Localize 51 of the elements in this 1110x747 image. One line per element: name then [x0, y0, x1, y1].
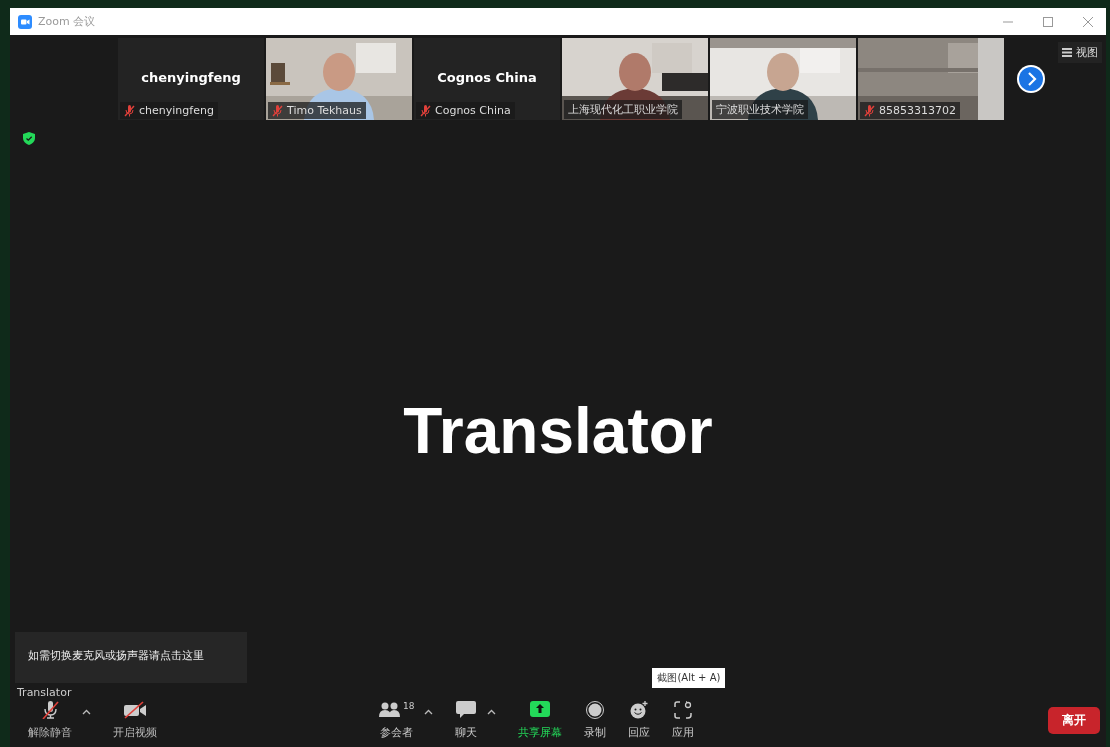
participant-tile[interactable]: 上海现代化工职业学院: [562, 38, 708, 120]
participant-label: 85853313702: [879, 104, 956, 117]
maximize-icon[interactable]: [1042, 15, 1054, 28]
caret-icon[interactable]: [424, 708, 434, 715]
participant-name: chenyingfeng: [140, 70, 242, 85]
window-title: Zoom 会议: [38, 14, 96, 29]
toolbar-button[interactable]: 聊天: [455, 700, 478, 740]
participant-tile[interactable]: chenyingfeng chenyingfeng: [118, 38, 264, 120]
toolbar-button[interactable]: 解除静音: [28, 700, 72, 740]
toolbar-button[interactable]: 录制: [584, 700, 607, 740]
camera-icon: [123, 700, 147, 719]
participant-label: chenyingfeng: [139, 104, 214, 117]
participant-label: Cognos China: [435, 104, 511, 117]
participant-label: 宁波职业技术学院: [716, 102, 804, 117]
share-screen-button[interactable]: 共享屏幕: [518, 700, 563, 740]
toolbar-button[interactable]: 应用: [672, 700, 695, 740]
caret-icon[interactable]: [487, 708, 497, 715]
microphone-icon: [39, 700, 61, 719]
participant-name: Cognos China: [436, 70, 538, 85]
next-page-icon[interactable]: [1016, 64, 1046, 94]
shield-icon: [23, 132, 35, 145]
camera-app-icon: [18, 14, 32, 29]
muted-mic-icon: [272, 104, 283, 117]
toolbar-button[interactable]: 开启视频: [113, 700, 157, 740]
speaker-name: Translator: [402, 394, 714, 468]
shortcut-tooltip: 截图(Alt + A): [652, 667, 726, 688]
view-button[interactable]: 视图: [1058, 42, 1102, 63]
record-icon: [586, 700, 605, 719]
participant-count: 18: [403, 700, 415, 711]
muted-mic-icon: [420, 104, 431, 117]
close-icon[interactable]: [1082, 15, 1094, 28]
participant-tile[interactable]: Timo Tekhaus: [266, 38, 412, 120]
muted-mic-icon: [864, 104, 875, 117]
chat-icon: [456, 700, 477, 718]
people-icon: [379, 700, 400, 717]
grid-icon: [1062, 47, 1072, 58]
participant-label: 上海现代化工职业学院: [568, 102, 678, 117]
caret-icon[interactable]: [82, 708, 91, 715]
smiley-icon: [630, 700, 649, 719]
share-screen-icon: [530, 700, 551, 717]
toolbar-button[interactable]: 回应: [628, 700, 651, 740]
toolbar-button[interactable]: 18 参会者: [379, 700, 415, 740]
participant-tile[interactable]: 宁波职业技术学院: [710, 38, 856, 120]
participant-tile[interactable]: Cognos China Cognos China: [414, 38, 560, 120]
participant-label: Timo Tekhaus: [287, 104, 362, 117]
participant-tile[interactable]: 85853313702: [858, 38, 1004, 120]
apps-icon: [674, 700, 693, 719]
muted-mic-icon: [124, 104, 135, 117]
speaker-label: Translator: [14, 686, 75, 699]
audio-tooltip: 如需切换麦克风或扬声器请点击这里: [15, 632, 247, 683]
leave-button[interactable]: 离开: [1048, 706, 1100, 734]
